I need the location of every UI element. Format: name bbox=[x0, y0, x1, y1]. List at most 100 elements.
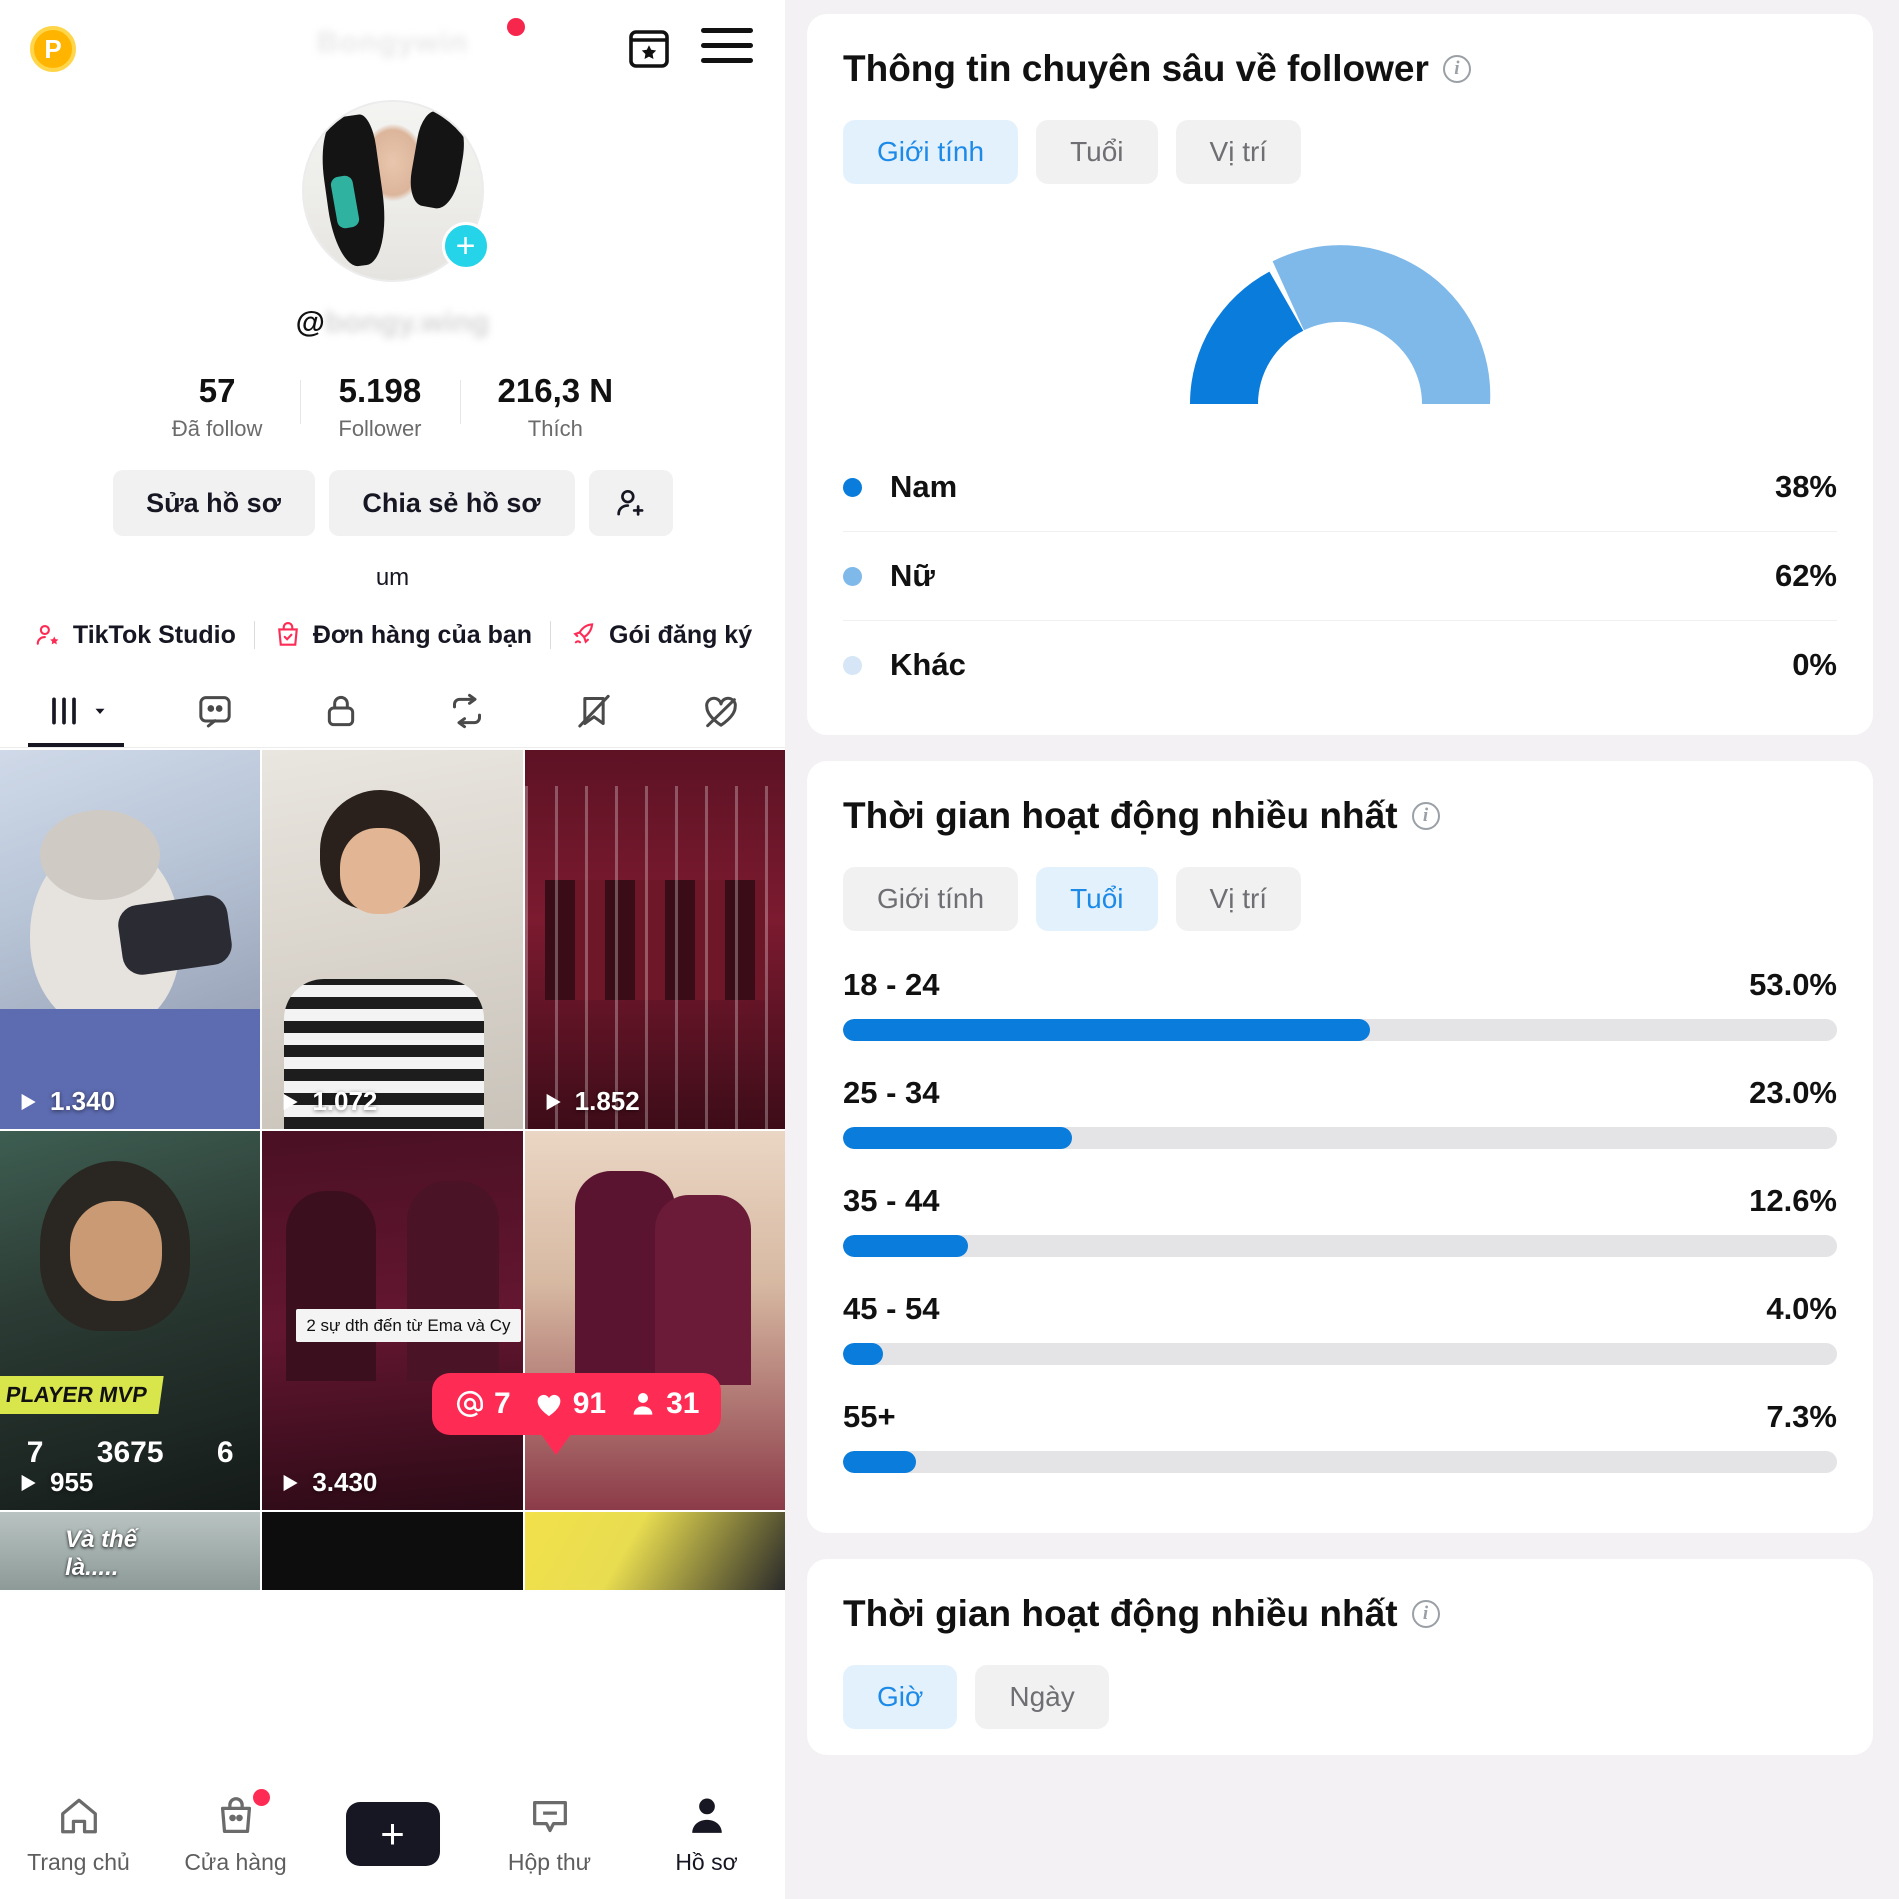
play-count: 1.340 bbox=[14, 1086, 115, 1117]
tab-stickers[interactable] bbox=[195, 691, 235, 747]
stat-label: Follower bbox=[338, 416, 422, 441]
video-cell[interactable]: Và thế là..... bbox=[0, 1512, 261, 1590]
segment-hour[interactable]: Giờ bbox=[843, 1665, 958, 1729]
gauge-svg bbox=[1190, 245, 1491, 404]
bar-track bbox=[843, 1451, 1837, 1473]
add-avatar-plus-icon[interactable]: + bbox=[441, 222, 490, 270]
video-cell[interactable]: 1.340 bbox=[0, 750, 261, 1129]
nav-item-create[interactable]: + bbox=[323, 1802, 463, 1866]
nav-item-inbox[interactable]: Hộp thư bbox=[480, 1793, 620, 1876]
tooltip-value: 31 bbox=[666, 1387, 700, 1420]
edit-profile-button[interactable]: Sửa hồ sơ bbox=[112, 470, 315, 536]
link-tiktok-studio[interactable]: TikTok Studio bbox=[15, 620, 254, 650]
legend-label: Nam bbox=[890, 469, 958, 504]
legend-dot-icon bbox=[843, 477, 862, 497]
segment-gender[interactable]: Giới tính bbox=[843, 867, 1019, 931]
engagement-tooltip: 7 91 31 bbox=[432, 1373, 722, 1455]
link-label: Đơn hàng của bạn bbox=[312, 620, 533, 649]
profile-content-tabs bbox=[0, 676, 785, 748]
video-overlay-caption: PLAYER MVP bbox=[0, 1376, 164, 1414]
card-title-text: Thời gian hoạt động nhiều nhất bbox=[843, 795, 1398, 836]
bar-value: 23.0% bbox=[1749, 1075, 1837, 1110]
bar-value: 53.0% bbox=[1749, 967, 1837, 1002]
tab-private[interactable] bbox=[321, 691, 361, 747]
bar-fill bbox=[843, 1235, 969, 1257]
share-profile-button[interactable]: Chia sẻ hồ sơ bbox=[328, 470, 575, 536]
video-cell[interactable] bbox=[262, 1512, 523, 1590]
segment-age[interactable]: Tuổi bbox=[1036, 867, 1158, 931]
profile-stats: 57 Đã follow 5.198 Follower 216,3 N Thíc… bbox=[0, 372, 785, 442]
bar-track bbox=[843, 1019, 1837, 1041]
bar-label: 55+ bbox=[843, 1399, 896, 1434]
add-friend-button[interactable] bbox=[588, 470, 673, 536]
handle-at-symbol: @ bbox=[295, 306, 325, 339]
bar-row: 55+ 7.3% bbox=[843, 1399, 1837, 1473]
segment-gender[interactable]: Giới tính bbox=[843, 120, 1019, 184]
nav-item-home[interactable]: Trang chủ bbox=[9, 1793, 149, 1876]
info-icon[interactable]: i bbox=[1411, 802, 1440, 830]
bar-label: 35 - 44 bbox=[843, 1183, 940, 1218]
segment-location[interactable]: Vị trí bbox=[1175, 867, 1302, 931]
video-cell[interactable]: 2 sự dth đến từ Ema và Cy 3.430 bbox=[262, 1131, 523, 1510]
notification-dot bbox=[507, 18, 525, 36]
video-cell[interactable] bbox=[524, 1512, 785, 1590]
avatar[interactable]: + bbox=[301, 100, 490, 282]
hud-value: 3675 bbox=[96, 1436, 164, 1469]
bar-value: 7.3% bbox=[1766, 1399, 1837, 1434]
segment-control: Giờ Ngày bbox=[843, 1665, 1837, 1729]
handle-name: bongy.wing bbox=[324, 306, 490, 339]
bar-row: 45 - 54 4.0% bbox=[843, 1291, 1837, 1365]
info-icon[interactable]: i bbox=[1442, 55, 1471, 83]
legend-dot-icon bbox=[843, 566, 862, 586]
stat-likes[interactable]: 216,3 N Thích bbox=[459, 372, 652, 442]
play-count: 1.072 bbox=[276, 1086, 377, 1117]
legend-label: Nữ bbox=[890, 558, 935, 593]
tooltip-value: 7 bbox=[494, 1387, 511, 1420]
nav-label: Cửa hàng bbox=[184, 1848, 287, 1875]
create-plus-icon[interactable]: + bbox=[337, 1802, 448, 1866]
bar-value: 4.0% bbox=[1766, 1291, 1837, 1326]
video-cell[interactable]: PLAYER MVP 7 3675 6 955 bbox=[0, 1131, 261, 1510]
segment-location[interactable]: Vị trí bbox=[1175, 120, 1302, 184]
segment-day[interactable]: Ngày bbox=[975, 1665, 1109, 1729]
tab-hidden-saved[interactable] bbox=[574, 691, 614, 747]
hamburger-menu-icon[interactable] bbox=[701, 28, 753, 68]
segment-age[interactable]: Tuổi bbox=[1036, 120, 1158, 184]
card-title: Thông tin chuyên sâu về follower i bbox=[843, 48, 1837, 90]
tab-liked[interactable] bbox=[700, 691, 742, 747]
video-cell[interactable]: 1.852 bbox=[524, 750, 785, 1129]
link-your-orders[interactable]: Đơn hàng của bạn bbox=[255, 620, 550, 650]
nav-label: Trang chủ bbox=[27, 1848, 130, 1875]
bar-track bbox=[843, 1127, 1837, 1149]
nav-item-profile[interactable]: Hồ sơ bbox=[637, 1793, 777, 1876]
play-icon bbox=[283, 1474, 298, 1491]
nav-item-shop[interactable]: Cửa hàng bbox=[166, 1788, 306, 1876]
shop-bag-icon bbox=[220, 1796, 251, 1833]
legend-item-female: Nữ 62% bbox=[843, 532, 1837, 621]
nav-label: Hồ sơ bbox=[675, 1848, 738, 1875]
info-icon[interactable]: i bbox=[1411, 1600, 1440, 1628]
segment-control: Giới tính Tuổi Vị trí bbox=[843, 867, 1837, 931]
play-count-value: 1.852 bbox=[574, 1086, 640, 1116]
stat-followers[interactable]: 5.198 Follower bbox=[300, 372, 459, 442]
stat-following[interactable]: 57 Đã follow bbox=[134, 372, 300, 442]
legend-value: 62% bbox=[1774, 558, 1837, 593]
video-cell[interactable]: 1.072 bbox=[262, 750, 523, 1129]
legend-label: Khác bbox=[890, 647, 966, 682]
play-count: 955 bbox=[14, 1467, 93, 1498]
stat-label: Đã follow bbox=[171, 416, 263, 441]
link-subscription[interactable]: Gói đăng ký bbox=[551, 620, 770, 650]
play-count: 1.852 bbox=[539, 1086, 640, 1117]
tab-reposts[interactable] bbox=[446, 691, 488, 747]
tooltip-value: 91 bbox=[572, 1387, 607, 1420]
card-title: Thời gian hoạt động nhiều nhất i bbox=[843, 795, 1837, 837]
card-title-text: Thông tin chuyên sâu về follower bbox=[843, 48, 1429, 89]
tab-posts[interactable] bbox=[43, 691, 109, 747]
star-box-icon[interactable] bbox=[625, 24, 673, 72]
profile-links: TikTok Studio Đơn hàng của bạn Gói đăng bbox=[0, 620, 785, 650]
bar-row: 18 - 24 53.0% bbox=[843, 967, 1837, 1041]
profile-actions: Sửa hồ sơ Chia sẻ hồ sơ bbox=[0, 470, 785, 536]
play-icon bbox=[21, 1093, 36, 1110]
nav-label: Hộp thư bbox=[507, 1848, 592, 1875]
play-count-value: 1.072 bbox=[312, 1086, 378, 1116]
